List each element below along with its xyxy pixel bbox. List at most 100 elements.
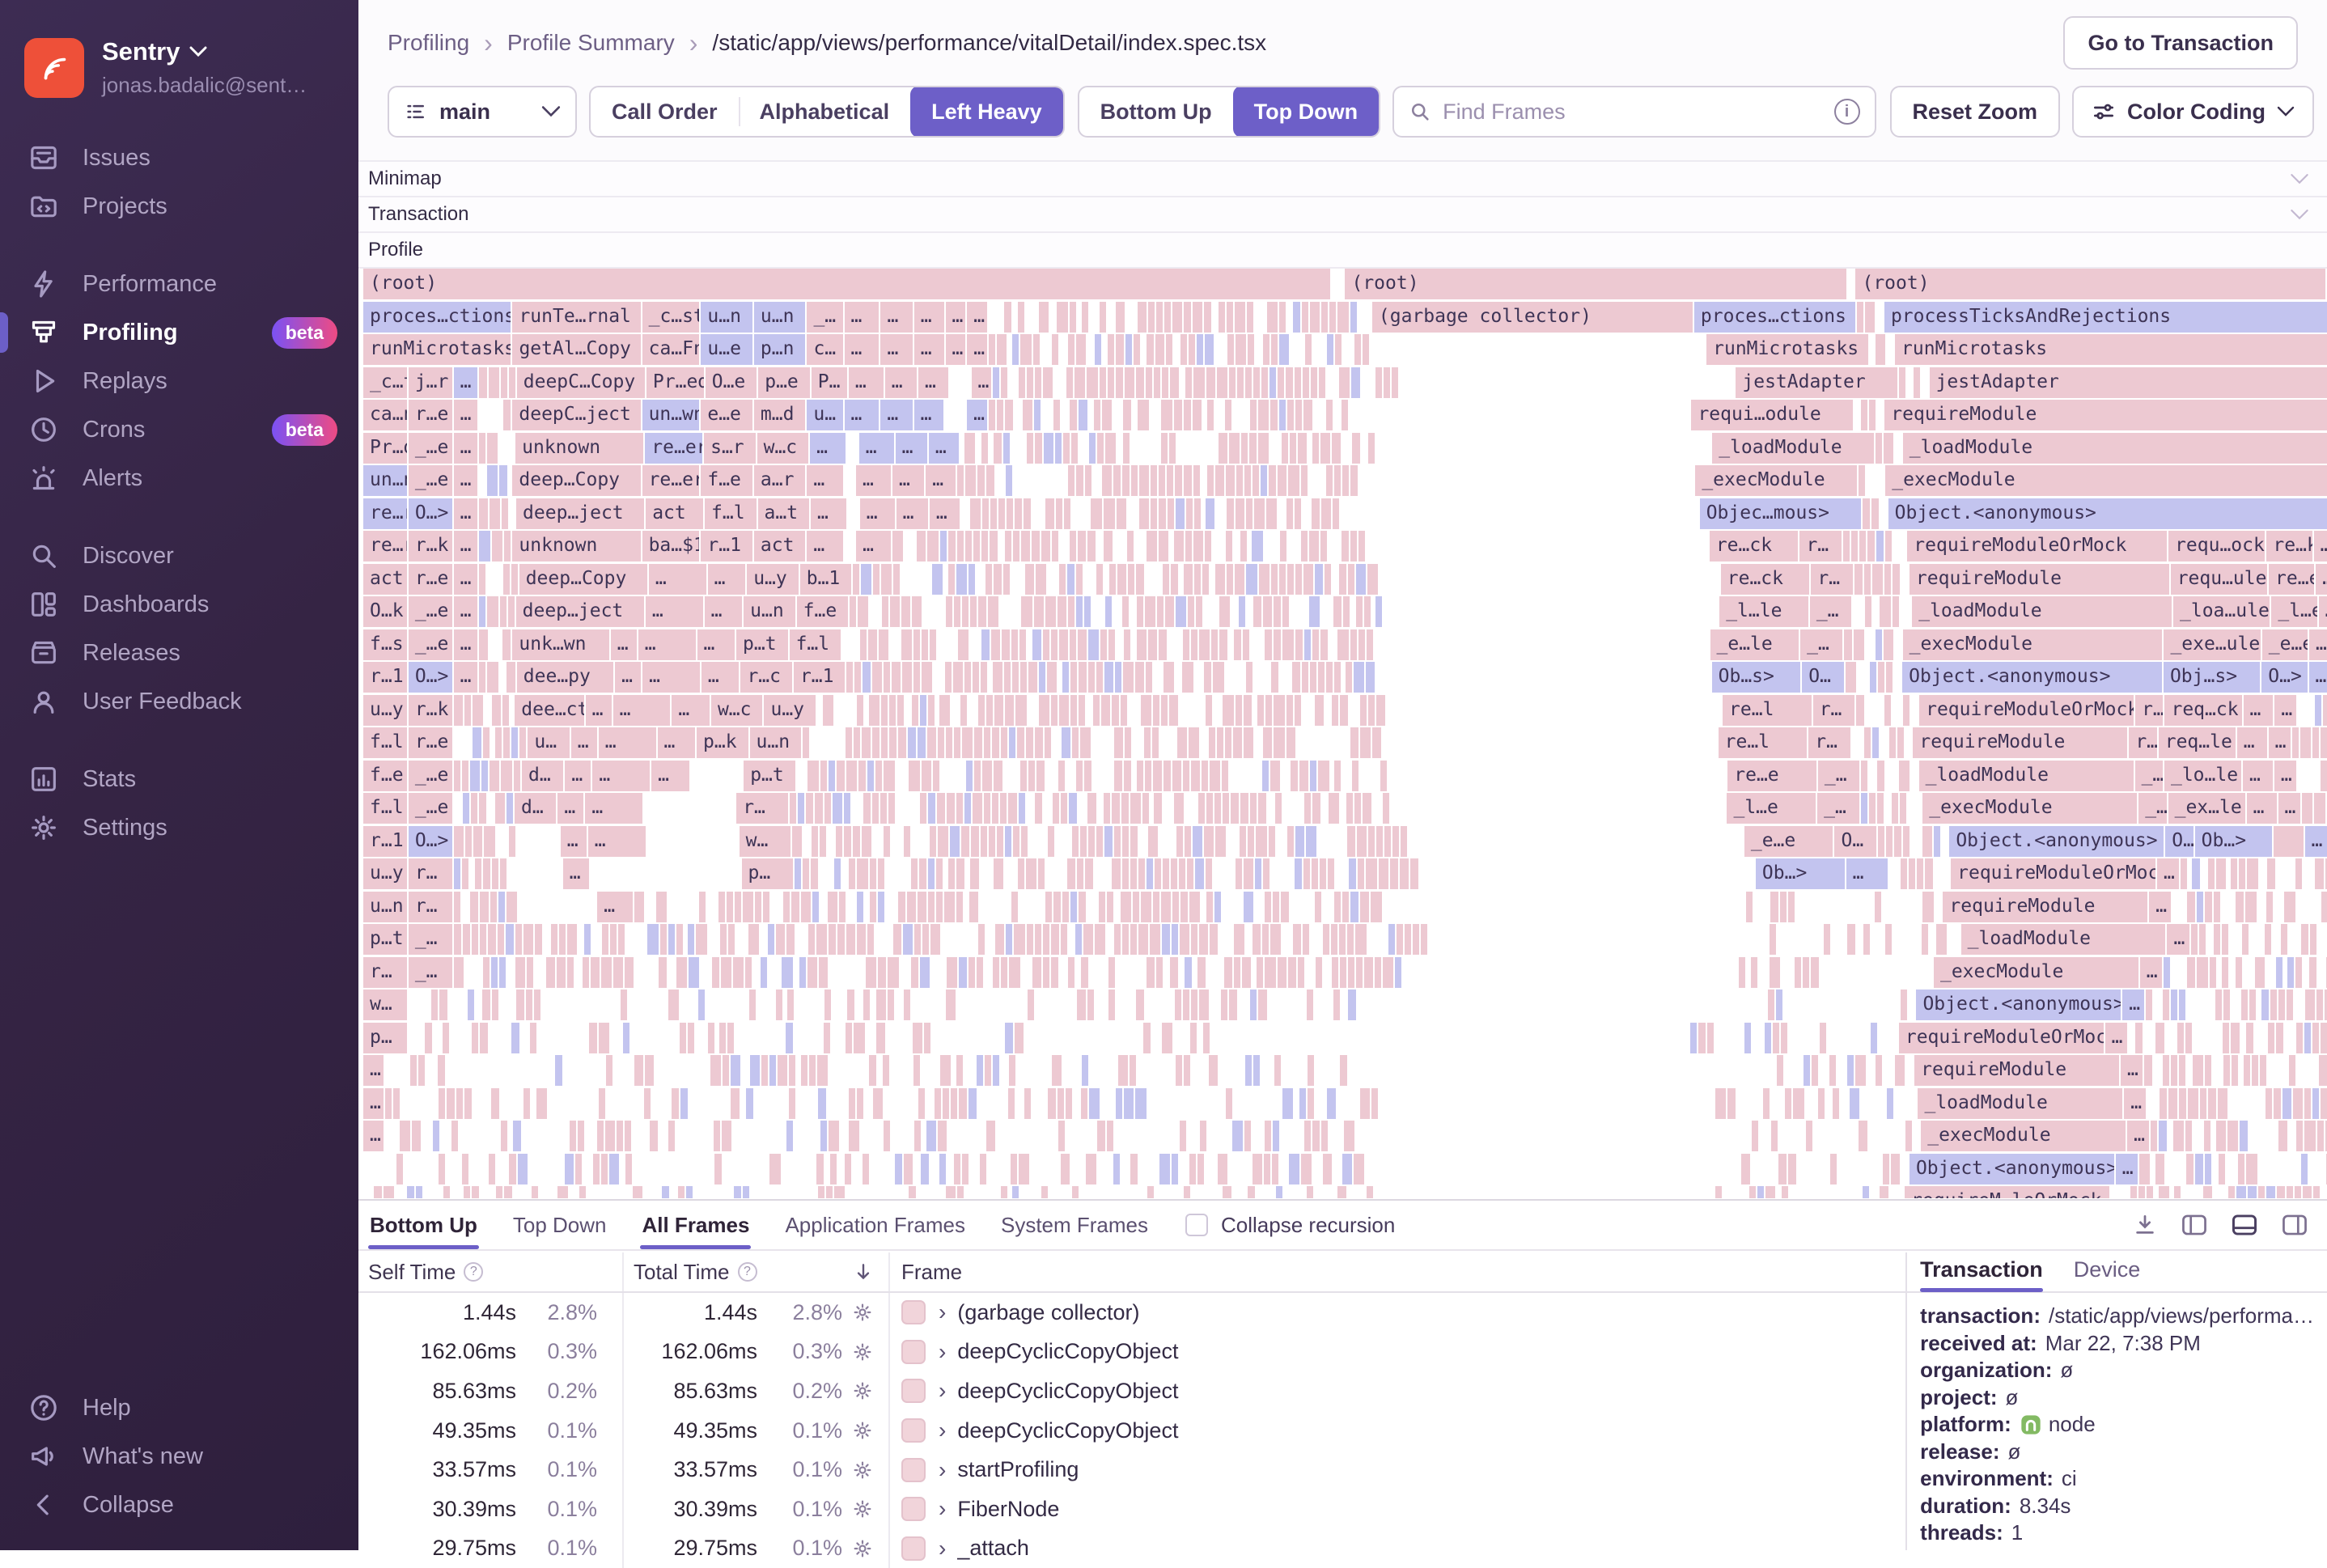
flame-frame[interactable] xyxy=(1234,924,1246,955)
flame-frame[interactable] xyxy=(1354,793,1363,824)
flame-frame[interactable] xyxy=(1295,629,1304,660)
flame-frame[interactable] xyxy=(1315,695,1325,726)
flame-frame[interactable] xyxy=(993,957,1001,988)
breadcrumb-profiling[interactable]: Profiling xyxy=(388,30,469,56)
color-coding-dropdown[interactable]: Color Coding xyxy=(2072,86,2314,138)
flame-frame[interactable]: p…t xyxy=(744,761,797,791)
flame-frame[interactable] xyxy=(990,531,999,562)
flame-frame[interactable] xyxy=(1014,924,1026,955)
flame-frame[interactable]: requireModule xyxy=(1909,564,2171,595)
flame-frame[interactable] xyxy=(845,1154,853,1184)
flame-frame[interactable]: … xyxy=(363,1088,385,1119)
flame-frame[interactable] xyxy=(867,924,875,955)
flame-frame[interactable] xyxy=(2204,1121,2212,1151)
flame-frame[interactable] xyxy=(1282,629,1295,660)
flame-frame[interactable] xyxy=(1812,1055,1820,1086)
flame-frame[interactable] xyxy=(1261,465,1269,496)
flame-frame[interactable] xyxy=(498,892,507,922)
flame-frame[interactable] xyxy=(824,793,833,824)
flame-frame[interactable] xyxy=(2197,892,2205,922)
flame-frame[interactable] xyxy=(1079,695,1087,726)
flame-frame[interactable]: f…e xyxy=(701,465,754,496)
flame-frame[interactable] xyxy=(1053,793,1061,824)
sidebar-item-crons[interactable]: Cronsbeta xyxy=(0,405,358,454)
flame-frame[interactable] xyxy=(480,892,490,922)
flame-frame[interactable] xyxy=(2171,990,2179,1020)
flame-frame[interactable] xyxy=(2321,1023,2327,1053)
flame-frame[interactable] xyxy=(1375,367,1384,398)
flame-frame[interactable] xyxy=(878,957,888,988)
flame-frame[interactable] xyxy=(1175,990,1183,1020)
flame-frame[interactable] xyxy=(1315,564,1325,595)
flame-frame[interactable] xyxy=(1039,302,1050,333)
flame-frame[interactable] xyxy=(509,826,517,857)
flame-frame[interactable] xyxy=(1075,924,1083,955)
flame-frame[interactable] xyxy=(1219,596,1231,627)
flame-frame[interactable] xyxy=(400,1121,412,1151)
flame-frame[interactable] xyxy=(1114,727,1125,758)
flame-frame[interactable] xyxy=(1152,727,1160,758)
flame-frame[interactable] xyxy=(1266,498,1278,529)
flame-frame[interactable]: … xyxy=(930,498,961,529)
flame-frame[interactable] xyxy=(1215,465,1225,496)
flame-frame[interactable] xyxy=(957,465,965,496)
flame-frame[interactable] xyxy=(650,1121,659,1151)
flame-frame[interactable] xyxy=(795,858,803,889)
flame-frame[interactable] xyxy=(2321,761,2327,791)
flame-frame[interactable] xyxy=(1077,990,1087,1020)
flame-frame[interactable] xyxy=(516,990,526,1020)
flame-frame[interactable] xyxy=(2317,1121,2325,1151)
flame-frame[interactable] xyxy=(660,924,668,955)
flame-frame[interactable]: r…e xyxy=(409,564,454,595)
flame-frame[interactable] xyxy=(908,727,918,758)
flame-frame[interactable] xyxy=(504,531,512,562)
flame-frame[interactable] xyxy=(1307,990,1315,1020)
flame-frame[interactable] xyxy=(479,596,487,627)
flame-frame[interactable] xyxy=(1227,498,1236,529)
flame-frame[interactable] xyxy=(1193,465,1202,496)
flame-frame[interactable] xyxy=(1125,367,1136,398)
flame-frame[interactable] xyxy=(1008,1088,1016,1119)
layout-left-icon[interactable] xyxy=(2181,1214,2207,1236)
flame-frame[interactable]: re…e xyxy=(1727,761,1818,791)
flame-frame[interactable] xyxy=(1236,334,1248,365)
flame-frame[interactable]: requireModule xyxy=(1914,1055,2121,1086)
flame-frame[interactable]: … xyxy=(2278,793,2302,824)
flame-frame[interactable] xyxy=(1334,465,1342,496)
flame-frame[interactable] xyxy=(847,990,856,1020)
flame-frame[interactable] xyxy=(1196,596,1204,627)
flame-frame[interactable] xyxy=(815,793,824,824)
flame-frame[interactable] xyxy=(1303,367,1311,398)
flame-frame[interactable] xyxy=(462,858,471,889)
flame-frame[interactable] xyxy=(1051,957,1060,988)
flame-frame[interactable] xyxy=(986,465,995,496)
flame-frame[interactable] xyxy=(1122,924,1130,955)
flame-frame[interactable] xyxy=(559,924,567,955)
flame-frame[interactable] xyxy=(479,367,489,398)
flame-frame[interactable] xyxy=(1383,793,1391,824)
flame-frame[interactable] xyxy=(1271,662,1280,693)
flame-frame[interactable] xyxy=(464,695,473,726)
flame-frame[interactable] xyxy=(954,1154,962,1184)
flame-frame[interactable] xyxy=(914,924,922,955)
flame-frame[interactable]: s…r xyxy=(704,433,757,464)
flame-frame[interactable] xyxy=(2199,924,2207,955)
flame-frame[interactable] xyxy=(727,892,735,922)
gear-icon[interactable] xyxy=(842,1301,883,1324)
flame-frame[interactable] xyxy=(2239,858,2247,889)
flame-frame[interactable]: w…c xyxy=(757,433,811,464)
flame-frame[interactable] xyxy=(1138,924,1150,955)
flame-frame[interactable] xyxy=(1108,990,1117,1020)
tab-device[interactable]: Device xyxy=(2074,1257,2141,1290)
flame-frame[interactable]: … xyxy=(454,596,480,627)
flame-frame[interactable] xyxy=(1071,433,1079,464)
tab-bottom-up[interactable]: Bottom Up xyxy=(368,1201,479,1249)
flame-frame[interactable]: r…c xyxy=(740,662,794,693)
flame-frame[interactable]: … xyxy=(363,1121,385,1151)
flame-frame[interactable] xyxy=(1044,433,1055,464)
flame-frame[interactable] xyxy=(1367,1186,1375,1198)
flame-frame[interactable] xyxy=(791,892,802,922)
flame-frame[interactable] xyxy=(1795,957,1803,988)
flame-frame[interactable] xyxy=(509,1154,519,1184)
flame-frame[interactable] xyxy=(1246,662,1254,693)
